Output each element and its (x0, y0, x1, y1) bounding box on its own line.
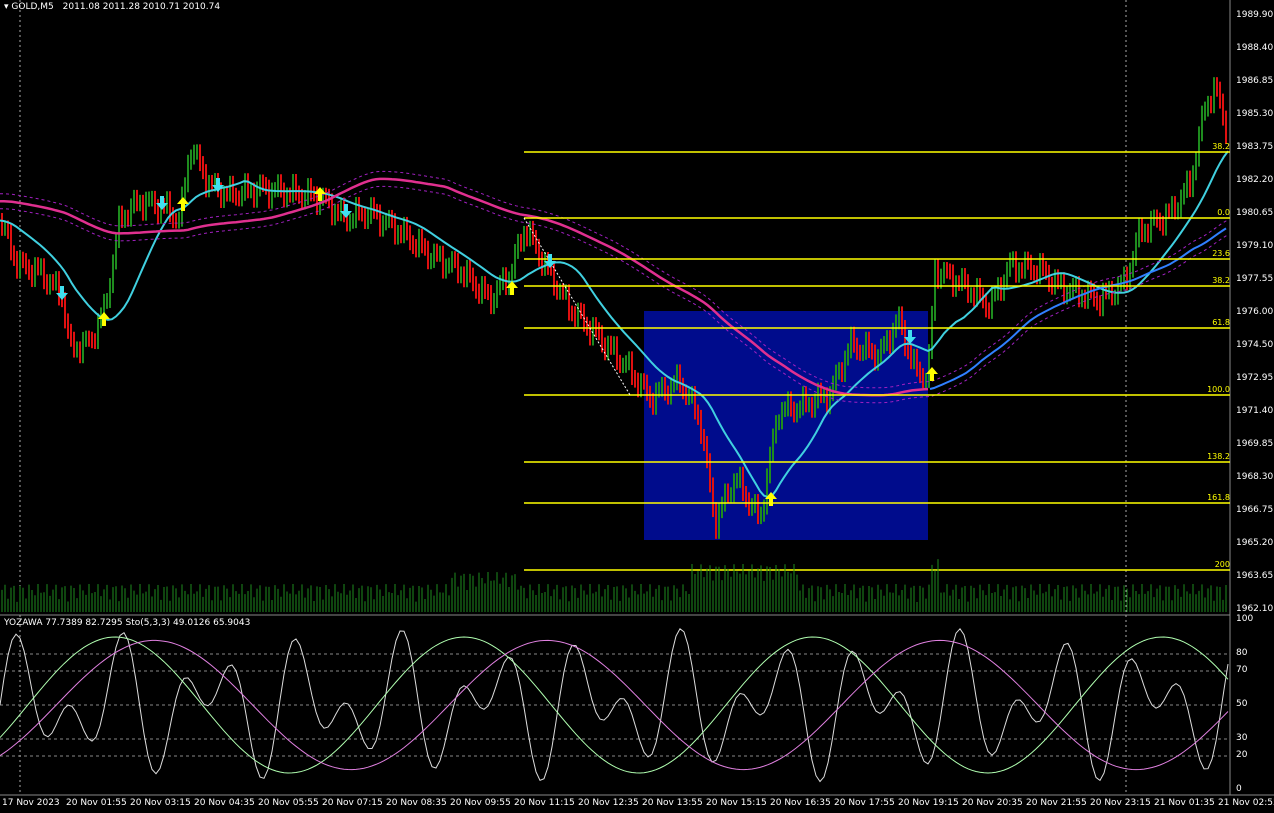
fib-label: 161.8 (1207, 493, 1230, 502)
fib-label: 100.0 (1207, 385, 1230, 394)
price-tick: 1974.50 (1236, 340, 1274, 350)
price-tick: 1971.40 (1236, 406, 1274, 416)
time-tick: 20 Nov 03:15 (130, 798, 191, 808)
time-tick: 21 Nov 01:35 (1154, 798, 1215, 808)
price-tick: 1976.00 (1236, 307, 1274, 317)
price-tick: 1988.40 (1236, 43, 1274, 53)
indicator-tick: 100 (1236, 614, 1254, 624)
time-tick: 20 Nov 19:15 (898, 798, 959, 808)
chart-header: ▾ GOLD,M5 2011.08 2011.28 2010.71 2010.7… (4, 2, 220, 12)
chart-canvas[interactable] (0, 0, 1274, 813)
price-tick: 1968.30 (1236, 472, 1274, 482)
time-tick: 20 Nov 15:15 (706, 798, 767, 808)
time-tick: 20 Nov 09:55 (450, 798, 511, 808)
time-tick: 20 Nov 12:35 (578, 798, 639, 808)
symbol-label: GOLD,M5 (11, 2, 54, 12)
price-tick: 1982.20 (1236, 175, 1274, 185)
indicator-tick: 80 (1236, 648, 1248, 658)
time-tick: 20 Nov 07:15 (322, 798, 383, 808)
price-tick: 1966.75 (1236, 505, 1274, 515)
indicator-header: YOZAWA 77.7389 82.7295 Sto(5,3,3) 49.012… (4, 618, 251, 628)
time-tick: 20 Nov 04:35 (194, 798, 255, 808)
ohlc-label: 2011.08 2011.28 2010.71 2010.74 (62, 2, 221, 12)
price-tick: 1986.85 (1236, 76, 1274, 86)
ma-envelope-lower (0, 185, 1229, 404)
fib-label: 38.2 (1212, 276, 1230, 285)
price-tick: 1980.65 (1236, 208, 1274, 218)
time-tick: 20 Nov 23:15 (1090, 798, 1151, 808)
price-tick: 1969.85 (1236, 439, 1274, 449)
buy-arrow-icon (98, 312, 110, 326)
price-tick: 1972.95 (1236, 373, 1274, 383)
time-tick: 21 Nov 02:55 (1218, 798, 1274, 808)
price-tick: 1963.65 (1236, 571, 1274, 581)
time-tick: 20 Nov 13:55 (642, 798, 703, 808)
indicator-tick: 50 (1236, 699, 1248, 709)
zone-box (644, 311, 928, 540)
price-tick: 1989.90 (1236, 10, 1274, 20)
buy-arrow-icon (506, 281, 518, 295)
time-tick: 17 Nov 2023 (2, 798, 60, 808)
time-tick: 20 Nov 11:15 (514, 798, 575, 808)
sell-arrow-icon (56, 286, 68, 300)
fib-label: 23.6 (1212, 249, 1230, 258)
fib-label: 138.2 (1207, 452, 1230, 461)
price-tick: 1979.10 (1236, 241, 1274, 251)
fib-label: 200 (1214, 560, 1230, 569)
fib-label: 0.0 (1217, 208, 1230, 217)
price-tick: 1965.20 (1236, 538, 1274, 548)
price-tick: 1985.30 (1236, 109, 1274, 119)
time-tick: 20 Nov 16:35 (770, 798, 831, 808)
price-tick: 1983.75 (1236, 142, 1274, 152)
price-tick: 1962.10 (1236, 604, 1274, 614)
indicator-tick: 0 (1236, 784, 1242, 794)
time-tick: 20 Nov 20:35 (962, 798, 1023, 808)
time-tick: 20 Nov 08:35 (386, 798, 447, 808)
indicator-tick: 20 (1236, 750, 1248, 760)
time-tick: 20 Nov 01:55 (66, 798, 127, 808)
price-tick: 1977.55 (1236, 274, 1274, 284)
indicator-tick: 70 (1236, 665, 1248, 675)
time-tick: 20 Nov 05:55 (258, 798, 319, 808)
buy-arrow-icon (314, 187, 326, 201)
fib-label: 61.8 (1212, 318, 1230, 327)
time-tick: 20 Nov 17:55 (834, 798, 895, 808)
dropdown-icon[interactable]: ▾ (4, 2, 9, 12)
indicator-tick: 30 (1236, 733, 1248, 743)
time-tick: 20 Nov 21:55 (1026, 798, 1087, 808)
fib-label: 38.2 (1212, 142, 1230, 151)
